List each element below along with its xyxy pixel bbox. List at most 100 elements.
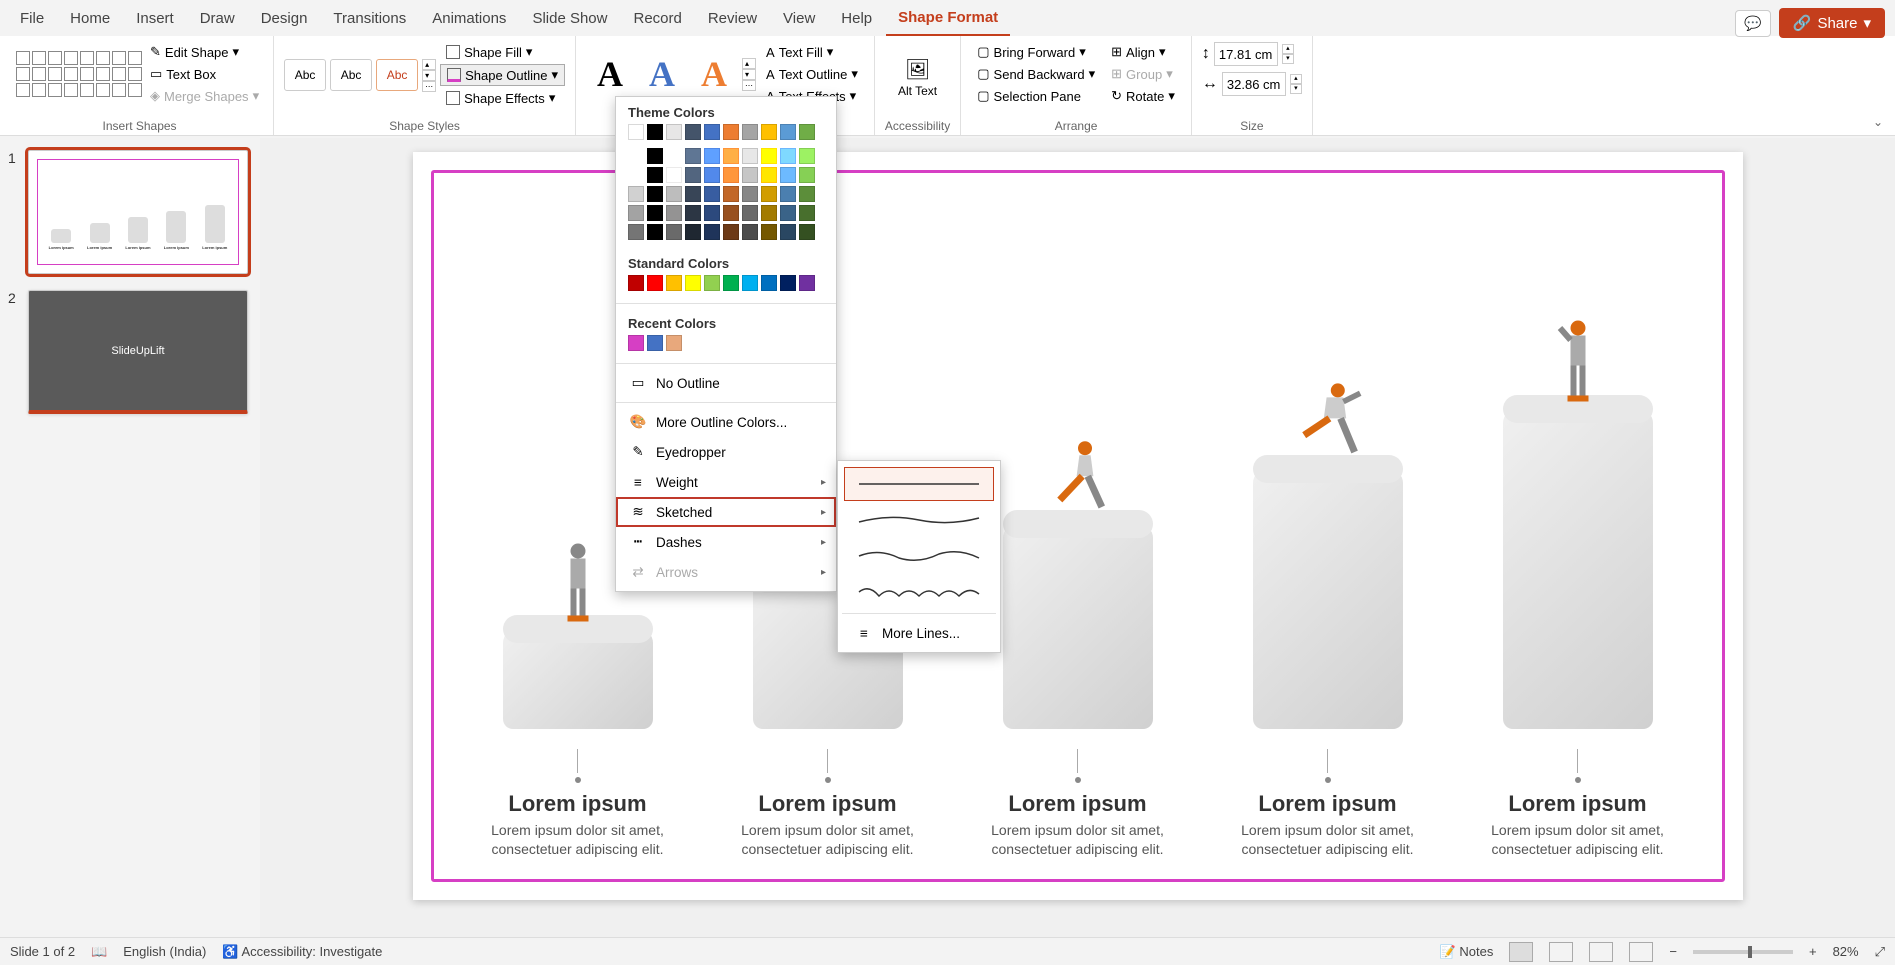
color-swatch[interactable] (780, 205, 796, 221)
zoom-out-button[interactable]: − (1669, 944, 1677, 959)
sketch-straight[interactable] (844, 467, 994, 501)
zoom-in-button[interactable]: + (1809, 944, 1817, 959)
comments-button[interactable]: 💬 (1735, 10, 1770, 37)
color-swatch[interactable] (647, 148, 663, 164)
height-input[interactable] (1214, 42, 1278, 66)
selection-pane-button[interactable]: ▢ Selection Pane (971, 86, 1101, 106)
no-outline-item[interactable]: ▭No Outline (616, 368, 836, 398)
gallery-down[interactable]: ▾ (422, 70, 436, 81)
color-swatch[interactable] (685, 224, 701, 240)
color-swatch[interactable] (799, 186, 815, 202)
tab-view[interactable]: View (771, 2, 827, 35)
color-swatch[interactable] (628, 148, 644, 164)
text-box-button[interactable]: ▭ Text Box (146, 64, 263, 84)
color-swatch[interactable] (780, 224, 796, 240)
color-swatch[interactable] (761, 275, 777, 291)
shape-outline-button[interactable]: Shape Outline ▾ (440, 64, 565, 86)
tab-transitions[interactable]: Transitions (321, 2, 418, 35)
color-swatch[interactable] (799, 167, 815, 183)
color-swatch[interactable] (704, 186, 720, 202)
color-swatch[interactable] (666, 148, 682, 164)
color-swatch[interactable] (647, 205, 663, 221)
color-swatch[interactable] (742, 124, 758, 140)
color-swatch[interactable] (666, 167, 682, 183)
color-swatch[interactable] (704, 275, 720, 291)
align-button[interactable]: ⊞ Align ▾ (1105, 42, 1181, 62)
color-swatch[interactable] (628, 224, 644, 240)
height-down[interactable]: ▾ (1282, 54, 1294, 64)
color-swatch[interactable] (685, 167, 701, 183)
color-swatch[interactable] (780, 124, 796, 140)
wordart-3[interactable]: A (690, 50, 738, 98)
color-swatch[interactable] (761, 224, 777, 240)
color-swatch[interactable] (742, 186, 758, 202)
accessibility-status[interactable]: ♿ Accessibility: Investigate (222, 944, 382, 960)
color-swatch[interactable] (799, 275, 815, 291)
rotate-button[interactable]: ↻ Rotate ▾ (1105, 86, 1181, 106)
color-swatch[interactable] (761, 205, 777, 221)
gallery-up[interactable]: ▴ (422, 59, 436, 70)
color-swatch[interactable] (685, 275, 701, 291)
color-swatch[interactable] (704, 167, 720, 183)
sketch-freehand[interactable] (844, 539, 994, 573)
wa-down[interactable]: ▾ (742, 69, 756, 80)
wa-more[interactable]: ⋯ (742, 80, 756, 91)
bring-forward-button[interactable]: ▢ Bring Forward ▾ (971, 42, 1101, 62)
color-swatch[interactable] (780, 148, 796, 164)
reading-view-button[interactable] (1589, 942, 1613, 962)
color-swatch[interactable] (666, 186, 682, 202)
color-swatch[interactable] (704, 148, 720, 164)
color-swatch[interactable] (666, 335, 682, 351)
color-swatch[interactable] (628, 167, 644, 183)
fit-to-window-button[interactable]: ⤢ (1875, 944, 1885, 960)
language[interactable]: English (India) (123, 944, 206, 959)
tab-home[interactable]: Home (58, 2, 122, 35)
color-swatch[interactable] (723, 205, 739, 221)
color-swatch[interactable] (742, 224, 758, 240)
tab-review[interactable]: Review (696, 2, 769, 35)
color-swatch[interactable] (799, 148, 815, 164)
send-backward-button[interactable]: ▢ Send Backward ▾ (971, 64, 1101, 84)
more-outline-colors-item[interactable]: 🎨More Outline Colors... (616, 407, 836, 437)
color-swatch[interactable] (685, 148, 701, 164)
style-preset-2[interactable]: Abc (330, 59, 372, 91)
share-button[interactable]: 🔗 Share ▾ (1779, 8, 1885, 38)
shape-fill-button[interactable]: Shape Fill ▾ (440, 42, 565, 62)
wordart-1[interactable]: A (586, 50, 634, 98)
color-swatch[interactable] (723, 224, 739, 240)
color-swatch[interactable] (780, 186, 796, 202)
width-up[interactable]: ▴ (1290, 74, 1302, 84)
style-preset-3[interactable]: Abc (376, 59, 418, 91)
slide[interactable]: Lorem ipsum Lorem ipsum dolor sit amet, … (413, 152, 1743, 900)
color-swatch[interactable] (685, 205, 701, 221)
tab-animations[interactable]: Animations (420, 2, 518, 35)
width-input[interactable] (1222, 72, 1286, 96)
shape-effects-button[interactable]: Shape Effects ▾ (440, 88, 565, 108)
color-swatch[interactable] (685, 186, 701, 202)
color-swatch[interactable] (666, 205, 682, 221)
tab-draw[interactable]: Draw (188, 2, 247, 35)
color-swatch[interactable] (742, 167, 758, 183)
slide-count[interactable]: Slide 1 of 2 (10, 944, 75, 959)
slide-thumb-1[interactable]: Lorem ipsum Lorem ipsum Lorem ipsum Lore… (28, 150, 248, 274)
color-swatch[interactable] (628, 186, 644, 202)
color-swatch[interactable] (666, 124, 682, 140)
tab-file[interactable]: File (8, 2, 56, 35)
color-swatch[interactable] (666, 224, 682, 240)
tab-slideshow[interactable]: Slide Show (520, 2, 619, 35)
color-swatch[interactable] (799, 205, 815, 221)
more-lines-item[interactable]: ≡More Lines... (842, 618, 996, 648)
color-swatch[interactable] (799, 124, 815, 140)
style-preset-1[interactable]: Abc (284, 59, 326, 91)
slide-canvas[interactable]: Lorem ipsum Lorem ipsum dolor sit amet, … (260, 138, 1895, 937)
color-swatch[interactable] (723, 124, 739, 140)
color-swatch[interactable] (647, 167, 663, 183)
sorter-view-button[interactable] (1549, 942, 1573, 962)
color-swatch[interactable] (704, 124, 720, 140)
color-swatch[interactable] (723, 275, 739, 291)
color-swatch[interactable] (761, 148, 777, 164)
color-swatch[interactable] (628, 275, 644, 291)
color-swatch[interactable] (647, 275, 663, 291)
color-swatch[interactable] (666, 275, 682, 291)
tab-design[interactable]: Design (249, 2, 320, 35)
